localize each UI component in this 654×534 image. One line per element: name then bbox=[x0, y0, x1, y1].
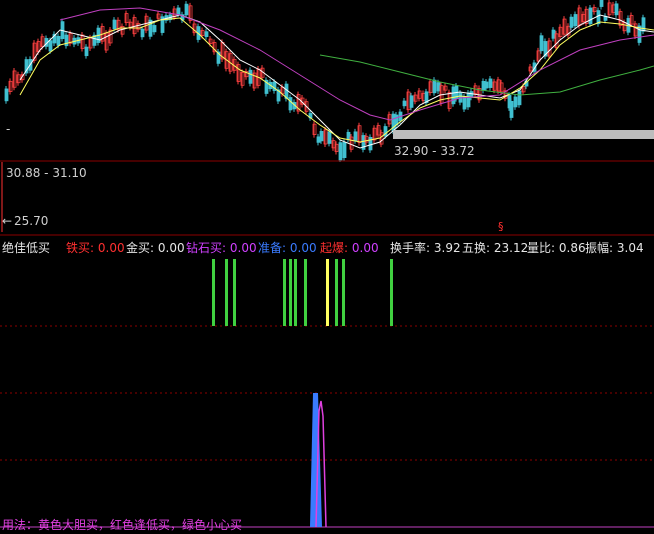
candle bbox=[152, 25, 157, 33]
candle bbox=[488, 78, 493, 88]
section-marker-icon: § bbox=[498, 220, 504, 233]
candle bbox=[517, 90, 522, 106]
candle bbox=[481, 80, 486, 91]
price-chart[interactable] bbox=[0, 0, 654, 162]
signal-bar bbox=[390, 259, 393, 326]
candle bbox=[513, 96, 518, 108]
ma-green-line bbox=[319, 54, 654, 96]
price-range-label: 32.90 - 33.72 bbox=[394, 144, 475, 158]
signal-bar bbox=[283, 259, 286, 326]
axis-tick-mark: - bbox=[6, 122, 11, 136]
candle bbox=[56, 35, 61, 46]
signal-bar bbox=[212, 259, 215, 326]
candle bbox=[573, 14, 578, 27]
signal-bar bbox=[294, 259, 297, 326]
candle bbox=[342, 141, 347, 158]
candle bbox=[184, 3, 189, 16]
candle bbox=[48, 40, 53, 52]
candle bbox=[509, 100, 514, 118]
candle bbox=[641, 17, 646, 32]
candle bbox=[466, 92, 471, 108]
candle bbox=[451, 86, 456, 105]
candle bbox=[614, 3, 619, 16]
signal-bar bbox=[304, 259, 307, 326]
candle bbox=[436, 82, 441, 92]
candle bbox=[176, 7, 181, 15]
candle bbox=[551, 29, 556, 39]
indicator-panel[interactable]: 绝佳低买 铁买: 0.00 金买: 0.00 钻石买: 0.00 准备: 0.0… bbox=[0, 236, 654, 534]
candle bbox=[432, 79, 437, 94]
candle bbox=[346, 131, 351, 140]
candle bbox=[327, 131, 332, 144]
candle bbox=[204, 31, 209, 38]
usage-note: 用法：黄色大胆买，红色逢低买，绿色小心买 bbox=[2, 518, 243, 532]
candle bbox=[319, 130, 324, 142]
candle bbox=[588, 7, 593, 25]
signal-bar bbox=[289, 259, 292, 326]
candle bbox=[409, 95, 414, 108]
candle bbox=[4, 88, 9, 102]
main-chart-panel[interactable]: 32.90 - 33.72 - bbox=[0, 0, 654, 162]
signal-bar bbox=[233, 259, 236, 326]
left-arrow-icon: ← bbox=[2, 214, 13, 228]
signal-bar bbox=[225, 259, 228, 326]
candle bbox=[316, 136, 321, 143]
sub-chart-panel[interactable]: 30.88 - 31.10 ← 25.70 § bbox=[0, 162, 654, 236]
candle bbox=[112, 19, 117, 30]
signal-bar bbox=[326, 259, 329, 326]
candle bbox=[539, 35, 544, 52]
candle bbox=[140, 28, 145, 38]
candle bbox=[484, 81, 489, 89]
signal-bar bbox=[342, 259, 345, 326]
candle bbox=[353, 131, 358, 142]
candle bbox=[402, 100, 407, 107]
price-range-band bbox=[393, 130, 654, 139]
sub-range-label: 30.88 - 31.10 bbox=[6, 166, 87, 180]
candle bbox=[462, 96, 467, 110]
candle bbox=[599, 0, 604, 7]
candle bbox=[84, 46, 89, 57]
candle bbox=[248, 69, 253, 84]
candle bbox=[469, 91, 474, 98]
signal-bar bbox=[335, 259, 338, 326]
sub-low-label: 25.70 bbox=[14, 214, 49, 228]
indicator-chart[interactable] bbox=[0, 236, 654, 534]
candle bbox=[288, 97, 293, 111]
candle bbox=[338, 142, 343, 161]
candle bbox=[569, 16, 574, 28]
